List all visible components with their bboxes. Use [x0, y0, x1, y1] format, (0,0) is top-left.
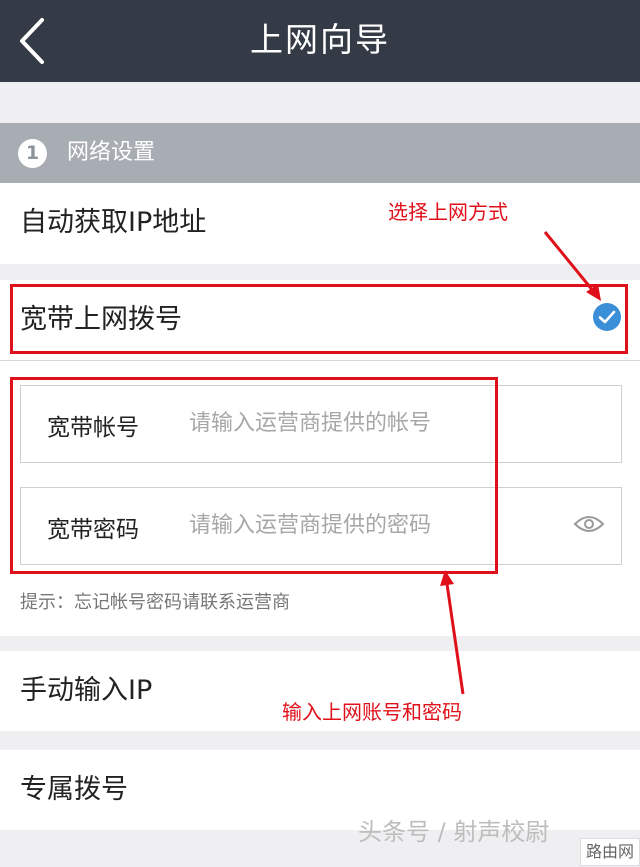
arrow-to-form — [445, 583, 465, 695]
watermark-logo: 路由网 — [580, 838, 640, 866]
annotation-arrows — [440, 231, 601, 695]
arrow-to-check — [543, 231, 596, 293]
watermark-text: 头条号 / 射声校尉 — [358, 818, 550, 846]
arrow-head-form — [440, 570, 454, 586]
